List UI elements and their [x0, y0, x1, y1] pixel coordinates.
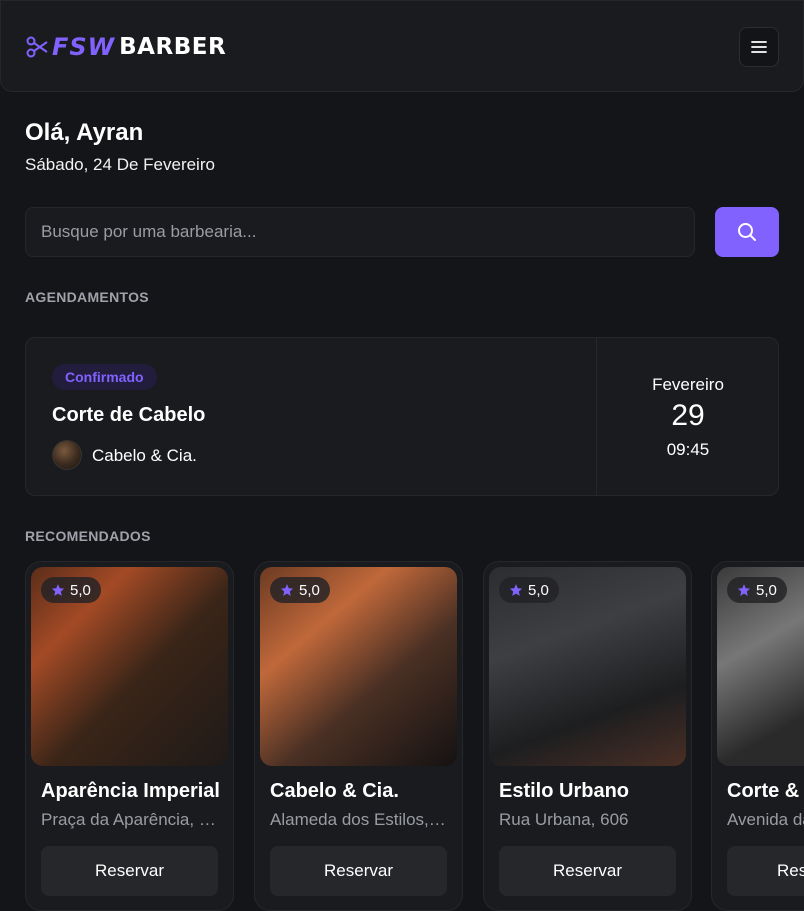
barbershop-address: Alameda dos Estilos, 202: [270, 810, 450, 829]
logo-barber: BARBER: [119, 34, 227, 60]
logo[interactable]: FSW BARBER: [26, 33, 226, 61]
menu-button[interactable]: [739, 27, 779, 67]
rating-badge: 5,0: [41, 577, 101, 603]
barbershop-name: Cabelo & Cia.: [270, 780, 399, 802]
rating-badge: 5,0: [270, 577, 330, 603]
greeting-title: Olá, Ayran: [25, 119, 144, 146]
barbershop-card[interactable]: 5,0 Aparência Imperial Praça da Aparênci…: [25, 561, 234, 911]
reserve-button[interactable]: Reservar: [41, 846, 218, 896]
barbershop-image: 5,0: [489, 567, 686, 766]
scissors-icon: [26, 36, 48, 58]
rating-value: 5,0: [528, 581, 549, 599]
barbershop-image: 5,0: [260, 567, 457, 766]
barbershop-name: Corte & Arte: [727, 780, 804, 802]
logo-fsw: FSW: [52, 33, 116, 61]
recommended-section-title: RECOMENDADOS: [25, 528, 151, 544]
star-icon: [509, 584, 523, 596]
barbershop-image: 5,0: [717, 567, 804, 766]
barbershop-card[interactable]: 5,0 Estilo Urbano Rua Urbana, 606 Reserv…: [483, 561, 692, 911]
search-button[interactable]: [715, 207, 779, 257]
barbershop-card[interactable]: 5,0 Cabelo & Cia. Alameda dos Estilos, 2…: [254, 561, 463, 911]
reserve-button[interactable]: Reservar: [499, 846, 676, 896]
menu-icon: [751, 41, 767, 53]
bookings-section-title: AGENDAMENTOS: [25, 289, 149, 305]
rating-badge: 5,0: [727, 577, 787, 603]
status-badge: Confirmado: [52, 364, 157, 390]
barbershop-name: Aparência Imperial: [41, 780, 220, 802]
greeting-date: Sábado, 24 De Fevereiro: [25, 155, 215, 174]
star-icon: [280, 584, 294, 596]
booking-barbershop: Cabelo & Cia.: [92, 446, 197, 465]
star-icon: [737, 584, 751, 596]
barbershop-address: Rua Urbana, 606: [499, 810, 629, 829]
booking-month: Fevereiro: [652, 375, 724, 394]
booking-day: 29: [671, 399, 705, 432]
reserve-button[interactable]: Reservar: [727, 846, 804, 896]
booking-time: 09:45: [666, 440, 710, 459]
search-input[interactable]: [25, 207, 695, 257]
rating-value: 5,0: [299, 581, 320, 599]
rating-value: 5,0: [70, 581, 91, 599]
star-icon: [51, 584, 65, 596]
search-icon: [738, 223, 756, 241]
barbershop-card[interactable]: 5,0 Corte & Arte Avenida das Artes, 303 …: [711, 561, 804, 911]
booking-service: Corte de Cabelo: [52, 404, 206, 426]
avatar: [52, 440, 82, 470]
barbershop-image: 5,0: [31, 567, 228, 766]
barbershop-address: Praça da Aparência, 101: [41, 810, 221, 829]
rating-badge: 5,0: [499, 577, 559, 603]
barbershop-name: Estilo Urbano: [499, 780, 630, 802]
reserve-button[interactable]: Reservar: [270, 846, 447, 896]
rating-value: 5,0: [756, 581, 777, 599]
booking-card[interactable]: Confirmado Corte de Cabelo Cabelo & Cia.…: [25, 337, 779, 496]
barbershop-address: Avenida das Artes, 303: [727, 810, 804, 829]
app-header: FSW BARBER: [0, 0, 804, 92]
